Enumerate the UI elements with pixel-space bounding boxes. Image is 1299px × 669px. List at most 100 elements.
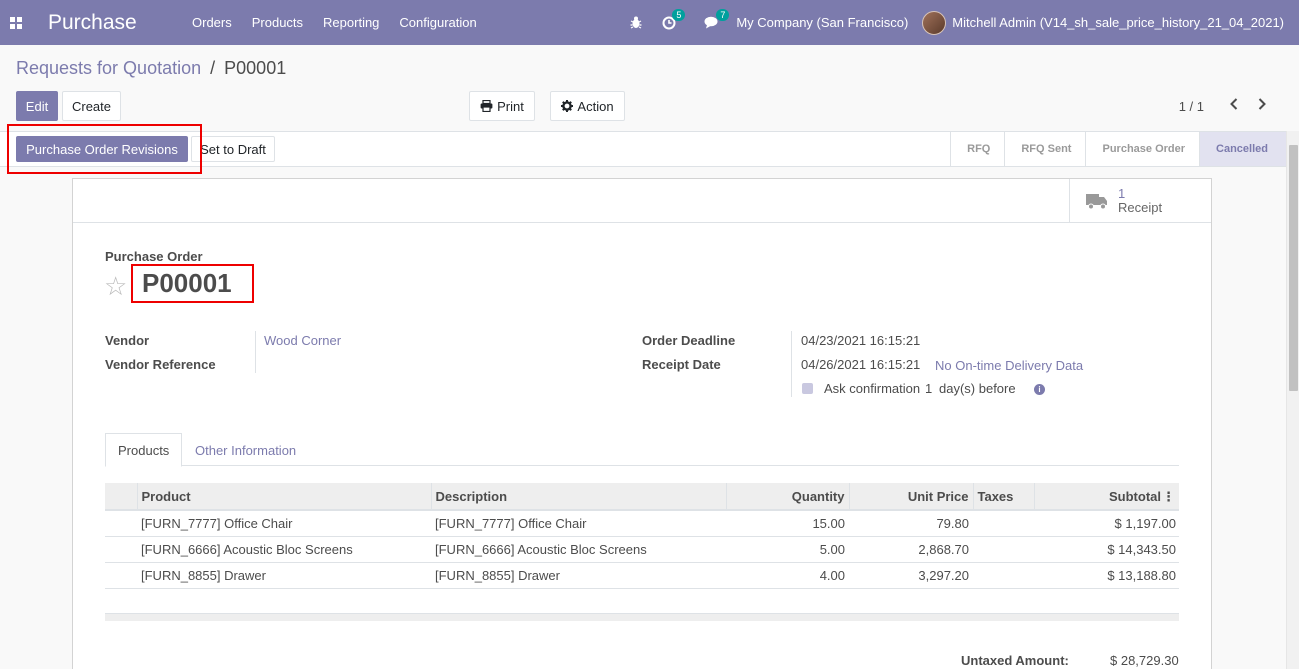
pager-previous-icon[interactable]	[1220, 97, 1248, 115]
order-deadline-field[interactable]: 04/23/2021 16:15:21	[801, 333, 920, 348]
unit-price-cell[interactable]: 3,297.20	[849, 562, 973, 589]
receipt-smart-button[interactable]: 1 Receipt	[1069, 179, 1211, 223]
debug-bug-icon[interactable]	[630, 16, 642, 29]
receipt-count: 1	[1118, 186, 1126, 201]
receipt-date-label: Receipt Date	[642, 357, 721, 372]
main-menu: Orders Products Reporting Configuration	[182, 15, 487, 30]
breadcrumb-separator: /	[210, 58, 216, 78]
subtotal-column-header[interactable]: Subtotal ⋮	[1034, 483, 1179, 511]
vendor-separator	[255, 331, 256, 373]
messages-count-badge: 7	[716, 9, 730, 21]
description-cell[interactable]: [FURN_8855] Drawer	[431, 562, 726, 589]
pager-value[interactable]: 1 / 1	[1179, 99, 1204, 114]
table-row[interactable]: [FURN_6666] Acoustic Bloc Screens [FURN_…	[105, 536, 1179, 563]
user-menu[interactable]: Mitchell Admin (V14_sh_sale_price_histor…	[952, 15, 1284, 30]
pager: 1 / 1	[1179, 97, 1276, 115]
messages-chat-icon[interactable]: 7	[704, 9, 730, 29]
menu-configuration[interactable]: Configuration	[389, 15, 486, 30]
print-label: Print	[497, 98, 524, 114]
stage-rfq[interactable]: RFQ	[950, 132, 1004, 166]
print-button[interactable]: Print	[469, 91, 535, 121]
priority-star-icon[interactable]: ☆	[104, 271, 127, 302]
description-cell[interactable]: [FURN_6666] Acoustic Bloc Screens	[431, 536, 726, 563]
app-name[interactable]: Purchase	[48, 11, 182, 35]
dates-separator	[791, 331, 792, 397]
notebook-tabs: Products Other Information	[105, 433, 1179, 467]
untaxed-amount-label: Untaxed Amount:	[961, 653, 1069, 668]
activity-count-badge: 5	[672, 8, 686, 21]
taxes-cell[interactable]	[973, 536, 1034, 563]
handle-column-header	[105, 483, 138, 511]
optional-columns-menu-icon[interactable]: ⋮	[1162, 489, 1175, 505]
unit-price-cell[interactable]: 2,868.70	[849, 536, 973, 563]
product-cell[interactable]: [FURN_8855] Drawer	[137, 562, 431, 589]
create-button[interactable]: Create	[62, 91, 121, 121]
user-avatar[interactable]	[922, 10, 947, 35]
apps-menu-icon[interactable]	[0, 0, 32, 45]
stage-rfq-sent[interactable]: RFQ Sent	[1004, 132, 1085, 166]
table-header-row: Product Description Quantity Unit Price …	[105, 483, 1179, 511]
breadcrumb-current: P00001	[224, 58, 287, 78]
row-handle	[105, 562, 137, 589]
taxes-column-header[interactable]: Taxes	[973, 483, 1035, 511]
button-box: 1 Receipt	[73, 179, 1211, 223]
menu-orders[interactable]: Orders	[182, 15, 242, 30]
on-time-delivery-link[interactable]: No On-time Delivery Data	[935, 358, 1083, 373]
table-row[interactable]: [FURN_8855] Drawer [FURN_8855] Drawer 4.…	[105, 562, 1179, 589]
quantity-cell[interactable]: 4.00	[726, 562, 849, 589]
menu-reporting[interactable]: Reporting	[313, 15, 389, 30]
activity-clock-icon[interactable]: 5	[662, 8, 686, 30]
row-handle	[105, 510, 137, 537]
annotation-highlight-po-name	[131, 264, 254, 303]
gear-icon	[561, 100, 574, 112]
row-handle	[105, 536, 137, 563]
unit-price-cell[interactable]: 79.80	[849, 510, 973, 537]
quantity-cell[interactable]: 15.00	[726, 510, 849, 537]
menu-products[interactable]: Products	[242, 15, 313, 30]
subtotal-cell: $ 14,343.50	[1034, 536, 1179, 563]
breadcrumb: Requests for Quotation / P00001	[16, 58, 286, 79]
truck-icon	[1086, 194, 1107, 210]
page-scrollbar[interactable]	[1286, 131, 1299, 669]
order-lines-table: Product Description Quantity Unit Price …	[105, 483, 1179, 589]
product-cell[interactable]: [FURN_6666] Acoustic Bloc Screens	[137, 536, 431, 563]
quantity-cell[interactable]: 5.00	[726, 536, 849, 563]
annotation-highlight-revisions	[7, 124, 202, 174]
navbar-systray: 5 7 My Company (San Francisco) Mitchell …	[620, 0, 1299, 45]
product-column-header[interactable]: Product	[137, 483, 432, 511]
table-row[interactable]: [FURN_7777] Office Chair [FURN_7777] Off…	[105, 510, 1179, 537]
purchase-order-title-label: Purchase Order	[105, 249, 203, 264]
vendor-label: Vendor	[105, 333, 150, 348]
ask-confirmation-checkbox[interactable]	[802, 383, 813, 394]
product-cell[interactable]: [FURN_7777] Office Chair	[137, 510, 431, 537]
form-sheet: 1 Receipt Purchase Order ☆ P00001 Vendor…	[72, 178, 1212, 669]
edit-button[interactable]: Edit	[16, 91, 58, 121]
vendor-field[interactable]: Wood Corner	[264, 333, 341, 348]
tab-other-information[interactable]: Other Information	[195, 433, 296, 467]
quantity-column-header[interactable]: Quantity	[726, 483, 850, 511]
taxes-cell[interactable]	[973, 510, 1034, 537]
description-column-header[interactable]: Description	[431, 483, 727, 511]
stage-purchase-order[interactable]: Purchase Order	[1085, 132, 1199, 166]
subtotal-column-label: Subtotal	[1109, 488, 1161, 504]
tab-products[interactable]: Products	[105, 433, 183, 467]
action-button[interactable]: Action	[550, 91, 625, 121]
scrollbar-thumb[interactable]	[1289, 145, 1298, 391]
stage-cancelled[interactable]: Cancelled	[1199, 132, 1286, 166]
subtotal-cell: $ 13,188.80	[1034, 562, 1179, 589]
ask-confirmation-label: Ask confirmation	[824, 381, 921, 396]
unit-price-column-header[interactable]: Unit Price	[849, 483, 974, 511]
order-deadline-label: Order Deadline	[642, 333, 736, 348]
status-stages: RFQ RFQ Sent Purchase Order Cancelled	[950, 132, 1286, 166]
pager-next-icon[interactable]	[1248, 97, 1276, 115]
receipt-date-field[interactable]: 04/26/2021 16:15:21	[801, 357, 920, 372]
info-icon[interactable]: i	[1034, 384, 1045, 395]
confirmation-days-suffix: day(s) before	[939, 381, 1016, 396]
breadcrumb-parent[interactable]: Requests for Quotation	[16, 58, 201, 78]
company-switcher[interactable]: My Company (San Francisco)	[736, 15, 908, 30]
set-to-draft-button[interactable]: Set to Draft	[191, 136, 275, 162]
description-cell[interactable]: [FURN_7777] Office Chair	[431, 510, 726, 537]
table-footer	[105, 613, 1179, 621]
confirmation-days-field[interactable]: 1	[925, 381, 932, 396]
taxes-cell[interactable]	[973, 562, 1034, 589]
